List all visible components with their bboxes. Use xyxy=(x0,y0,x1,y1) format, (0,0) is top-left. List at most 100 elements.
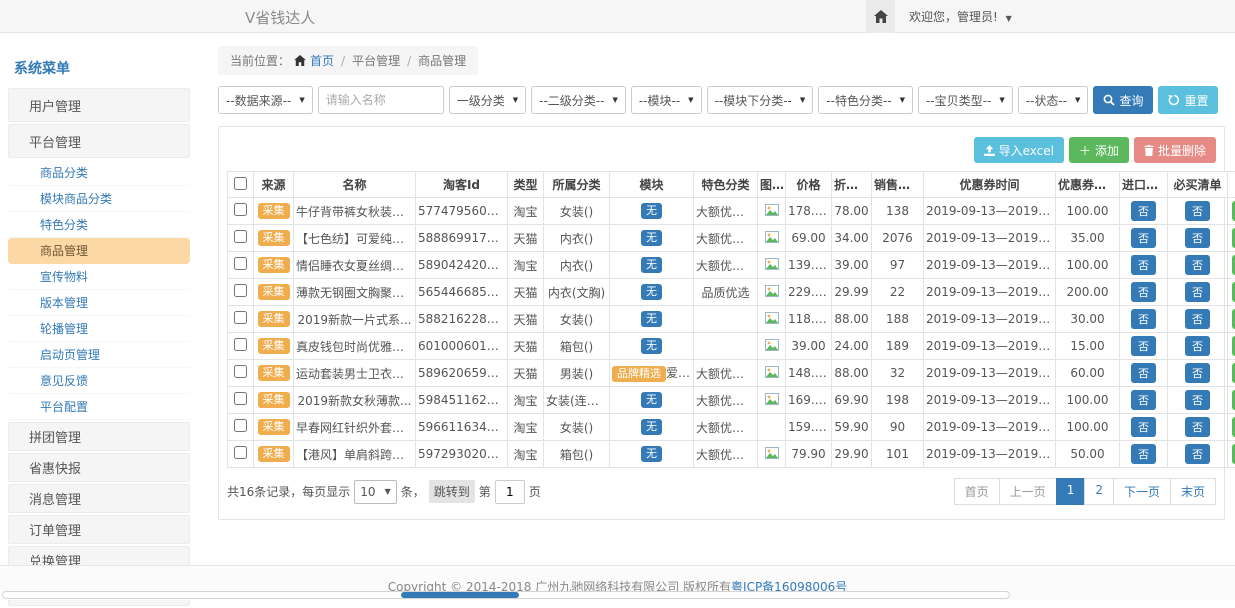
sidebar-subitem-意见反馈[interactable]: 意见反馈 xyxy=(8,368,190,394)
status-toggle[interactable]: 上架 xyxy=(1232,417,1235,437)
sidebar-item-拼团管理[interactable]: 拼团管理 xyxy=(8,422,190,451)
row-checkbox[interactable] xyxy=(234,230,247,243)
import-select-toggle[interactable]: 否 xyxy=(1131,363,1156,383)
status-toggle[interactable]: 上架 xyxy=(1232,363,1235,383)
sidebar-subitem-商品管理[interactable]: 商品管理 xyxy=(8,238,190,264)
row-checkbox[interactable] xyxy=(234,203,247,216)
import-select-toggle[interactable]: 否 xyxy=(1131,255,1156,275)
data-source-select[interactable]: --数据来源--▼ xyxy=(218,86,313,114)
filter-select-二级分类[interactable]: --二级分类--▼ xyxy=(531,86,626,114)
sidebar-subitem-平台配置[interactable]: 平台配置 xyxy=(8,394,190,420)
row-checkbox[interactable] xyxy=(234,311,247,324)
must-buy-toggle[interactable]: 否 xyxy=(1185,228,1210,248)
sidebar-item-消息管理[interactable]: 消息管理 xyxy=(8,484,190,513)
import-select-toggle[interactable]: 否 xyxy=(1131,228,1156,248)
batch-delete-button[interactable]: 批量删除 xyxy=(1134,137,1216,163)
sidebar-item-用户管理[interactable]: 用户管理 xyxy=(8,88,190,122)
sidebar-subitem-启动页管理[interactable]: 启动页管理 xyxy=(8,342,190,368)
jump-button[interactable]: 跳转到 xyxy=(429,480,475,503)
jump-page-input[interactable] xyxy=(495,480,525,504)
search-button[interactable]: 查询 xyxy=(1093,86,1153,114)
thumbnail-wrap xyxy=(765,258,779,270)
column-header-优惠券金额: 优惠券金额 xyxy=(1056,172,1120,198)
status-toggle[interactable]: 上架 xyxy=(1232,255,1235,275)
reset-button[interactable]: 重置 xyxy=(1158,86,1218,114)
sidebar-item-订单管理[interactable]: 订单管理 xyxy=(8,515,190,544)
sidebar-subitem-特色分类[interactable]: 特色分类 xyxy=(8,212,190,238)
import-select-toggle[interactable]: 否 xyxy=(1131,282,1156,302)
row-checkbox[interactable] xyxy=(234,392,247,405)
sidebar-item-省惠快报[interactable]: 省惠快报 xyxy=(8,453,190,482)
scrollbar-thumb[interactable] xyxy=(401,592,519,598)
status-toggle[interactable]: 上架 xyxy=(1232,201,1235,221)
status-toggle[interactable]: 上架 xyxy=(1232,444,1235,464)
sidebar-subitem-轮播管理[interactable]: 轮播管理 xyxy=(8,316,190,342)
breadcrumb-home-link[interactable]: 首页 xyxy=(310,52,334,69)
status-toggle[interactable]: 上架 xyxy=(1232,228,1235,248)
status-toggle[interactable]: 上架 xyxy=(1232,390,1235,410)
import-select-toggle[interactable]: 否 xyxy=(1131,390,1156,410)
status-toggle[interactable]: 上架 xyxy=(1232,282,1235,302)
taoke-id-cell: 589620659791 xyxy=(416,360,508,387)
products-table: 来源名称淘客Id类型所属分类模块特色分类图标价格折后价销售数量优惠券时间优惠券金… xyxy=(227,171,1235,468)
filter-select-模块下分类[interactable]: --模块下分类--▼ xyxy=(707,86,814,114)
source-badge: 采集 xyxy=(258,284,290,300)
page-size-select[interactable]: 10 ▼ xyxy=(354,480,396,504)
module-badge: 品牌精选 xyxy=(612,366,666,382)
must-buy-toggle[interactable]: 否 xyxy=(1185,336,1210,356)
source-cell: 采集 xyxy=(254,198,294,225)
name-cell: 早春网红针织外套女春... xyxy=(294,414,416,441)
row-checkbox[interactable] xyxy=(234,419,247,432)
pager-末页[interactable]: 末页 xyxy=(1170,478,1216,505)
sidebar-subitem-版本管理[interactable]: 版本管理 xyxy=(8,290,190,316)
must-buy-toggle[interactable]: 否 xyxy=(1185,390,1210,410)
filter-select-特色分类[interactable]: --特色分类--▼ xyxy=(818,86,913,114)
row-checkbox-cell xyxy=(228,306,254,333)
sidebar-subitem-宣传物料[interactable]: 宣传物料 xyxy=(8,264,190,290)
filter-select-一级分类[interactable]: 一级分类▼ xyxy=(449,86,526,114)
discount-price-cell: 88.00 xyxy=(832,360,872,387)
sales-cell: 101 xyxy=(872,441,924,468)
filter-select-宝贝类型[interactable]: --宝贝类型--▼ xyxy=(918,86,1013,114)
status-toggle[interactable]: 上架 xyxy=(1232,309,1235,329)
name-search-input[interactable] xyxy=(318,86,444,114)
must-buy-toggle[interactable]: 否 xyxy=(1185,282,1210,302)
sidebar-item-平台管理[interactable]: 平台管理 xyxy=(8,124,190,158)
select-label: --状态-- xyxy=(1026,92,1067,109)
import-select-toggle[interactable]: 否 xyxy=(1131,444,1156,464)
pager-2[interactable]: 2 xyxy=(1084,478,1114,505)
must-buy-toggle[interactable]: 否 xyxy=(1185,444,1210,464)
import-select-toggle[interactable]: 否 xyxy=(1131,309,1156,329)
must-buy-toggle[interactable]: 否 xyxy=(1185,363,1210,383)
sidebar-subitem-模块商品分类[interactable]: 模块商品分类 xyxy=(8,186,190,212)
home-icon xyxy=(294,55,306,66)
home-button[interactable] xyxy=(866,0,895,33)
sidebar-subitem-商品分类[interactable]: 商品分类 xyxy=(8,160,190,186)
import-select-toggle[interactable]: 否 xyxy=(1131,417,1156,437)
taoke-id-cell: 598451162391 xyxy=(416,387,508,414)
import-excel-button[interactable]: 导入excel xyxy=(974,137,1064,163)
row-checkbox[interactable] xyxy=(234,257,247,270)
import-select-toggle[interactable]: 否 xyxy=(1131,201,1156,221)
add-button[interactable]: ＋ 添加 xyxy=(1069,137,1129,163)
pager-下一页[interactable]: 下一页 xyxy=(1113,478,1171,505)
must-buy-toggle[interactable]: 否 xyxy=(1185,309,1210,329)
import-select-toggle[interactable]: 否 xyxy=(1131,336,1156,356)
source-cell: 采集 xyxy=(254,306,294,333)
filter-select-模块[interactable]: --模块--▼ xyxy=(631,86,702,114)
row-checkbox[interactable] xyxy=(234,338,247,351)
status-toggle[interactable]: 上架 xyxy=(1232,336,1235,356)
type-cell: 淘宝 xyxy=(508,387,544,414)
coupon-amount-cell: 100.00 xyxy=(1056,198,1120,225)
row-checkbox[interactable] xyxy=(234,365,247,378)
filter-select-状态[interactable]: --状态--▼ xyxy=(1018,86,1089,114)
horizontal-scrollbar[interactable] xyxy=(2,591,1010,599)
must-buy-toggle[interactable]: 否 xyxy=(1185,417,1210,437)
row-checkbox[interactable] xyxy=(234,284,247,297)
row-checkbox[interactable] xyxy=(234,446,247,459)
must-buy-toggle[interactable]: 否 xyxy=(1185,255,1210,275)
pager-1[interactable]: 1 xyxy=(1056,478,1086,505)
must-buy-toggle[interactable]: 否 xyxy=(1185,201,1210,221)
select-all-checkbox[interactable] xyxy=(234,177,247,190)
user-menu[interactable]: 欢迎您，管理员! ▼ xyxy=(909,8,1012,25)
